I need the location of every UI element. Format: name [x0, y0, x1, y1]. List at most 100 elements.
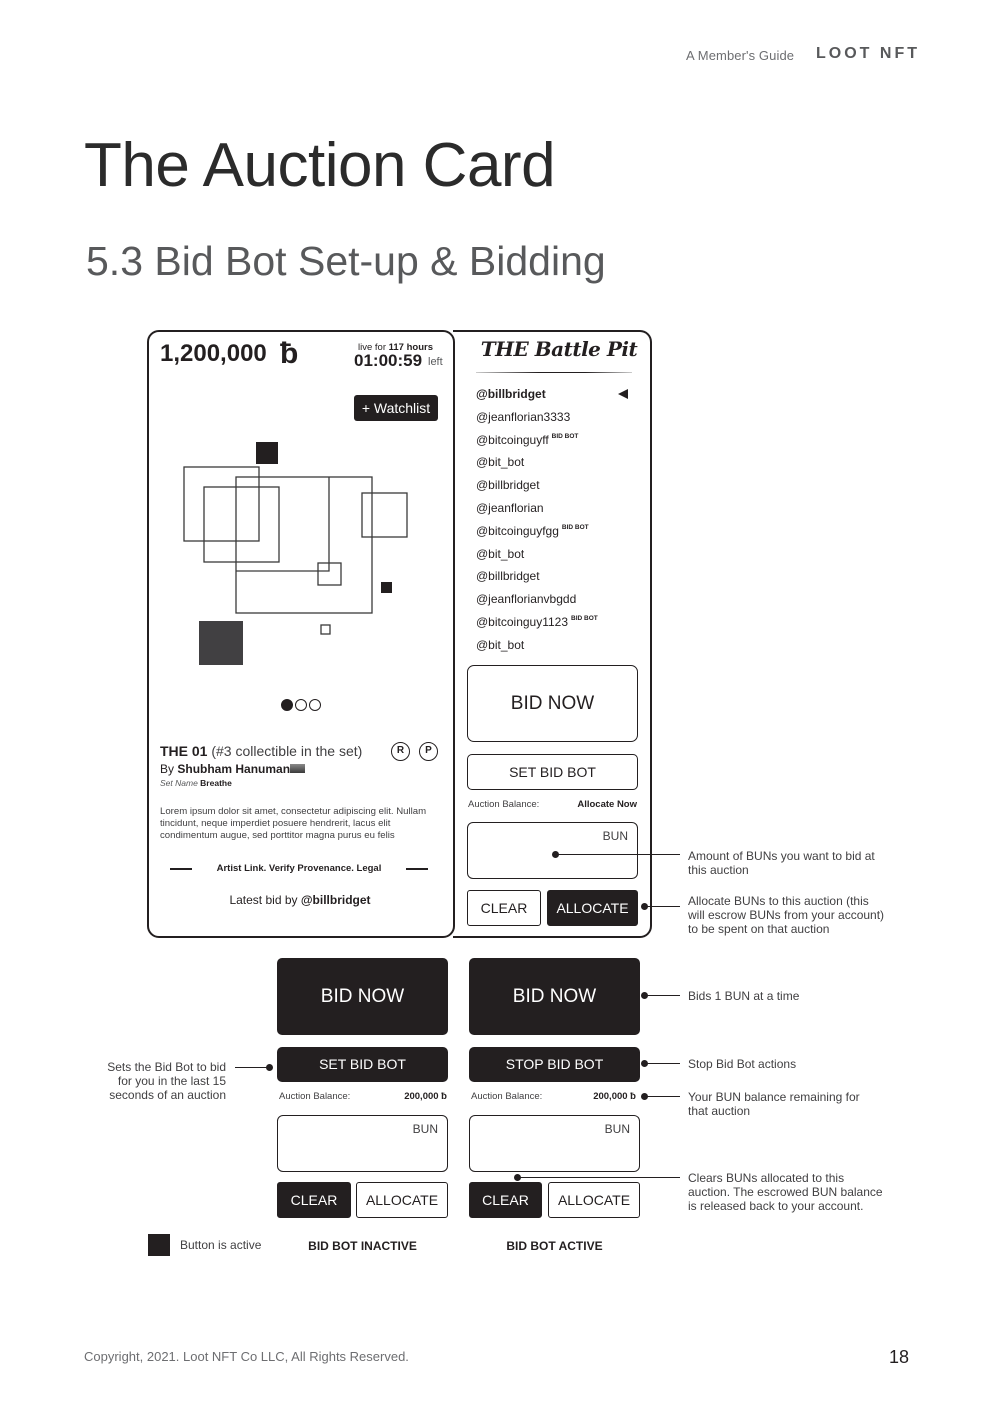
carousel-dot[interactable] [309, 699, 321, 711]
annotation-balance: Your BUN balance remaining for that auct… [688, 1090, 860, 1118]
allocate-button-active[interactable]: ALLOCATE [548, 1182, 640, 1218]
bidder-name: @billbridget [476, 569, 540, 584]
annotation-leader [645, 1096, 680, 1098]
bidder-item[interactable]: @bitcoinguyfgg BID BOT [476, 522, 636, 545]
bidder-name: @bit_bot [476, 546, 525, 561]
divider [406, 868, 428, 870]
provenance-badge[interactable]: P [419, 742, 438, 761]
artist-name[interactable]: Shubham Hanuman [177, 762, 290, 776]
guide-label: A Member's Guide [686, 48, 795, 63]
set-name-label: Set Name [160, 778, 198, 788]
artwork-description: Lorem ipsum dolor sit amet, consectetur … [160, 806, 427, 841]
annotation-leader [645, 1063, 680, 1065]
bid-bot-tag: BID BOT [551, 432, 579, 440]
bidder-name: @bit_bot [476, 455, 525, 470]
stop-bid-bot-button[interactable]: STOP BID BOT [469, 1047, 640, 1082]
artist-prefix: By [160, 762, 175, 776]
section-title: 5.3 Bid Bot Set-up & Bidding [86, 238, 606, 284]
bidder-name: @billbridget [476, 387, 546, 401]
bid-now-button[interactable]: BID NOW [467, 665, 638, 742]
bid-bot-tag: BID BOT [561, 523, 589, 531]
bun-unit-label: BUN [602, 829, 628, 843]
bidder-item[interactable]: @billbridget [476, 476, 636, 499]
annotation-clear: Clears BUNs allocated to this auction. T… [688, 1171, 883, 1213]
carousel-dot[interactable] [295, 699, 307, 711]
artist-flag-icon [290, 764, 305, 773]
active-button-swatch [148, 1234, 170, 1256]
bidder-item[interactable]: @billbridget [476, 385, 636, 408]
annotation-leader [556, 854, 680, 856]
annotation-leader [235, 1067, 269, 1069]
bidder-item[interactable]: @bitcoinguyff BID BOT [476, 431, 636, 454]
bidder-name: @billbridget [476, 478, 540, 493]
bidder-item[interactable]: @jeanflorianvbgdd [476, 590, 636, 613]
links-row: Artist Link. Verify Provenance. Legal [170, 862, 428, 876]
annotation-stop-bid-bot: Stop Bid Bot actions [688, 1057, 797, 1071]
bun-amount-input[interactable]: BUN [467, 822, 638, 879]
copyright: Copyright, 2021. Loot NFT Co LLC, All Ri… [84, 1349, 409, 1364]
carousel-dot[interactable] [281, 699, 293, 711]
watchlist-button[interactable]: + Watchlist [354, 395, 438, 421]
art-shape [199, 621, 243, 665]
page-number: 18 [889, 1347, 910, 1367]
set-name-value: Breathe [200, 778, 232, 788]
bun-currency-icon: ƀ [280, 337, 299, 370]
state-caption-inactive: BID BOT INACTIVE [308, 1239, 417, 1253]
auction-card [147, 330, 455, 938]
bidder-name: @jeanflorian [476, 500, 544, 515]
auction-price: 1,200,000 [160, 340, 267, 367]
art-shape [381, 582, 392, 593]
artwork-title-sub: (#3 collectible in the set) [211, 743, 363, 759]
bidder-item[interactable]: @bit_bot [476, 545, 636, 568]
bidder-item[interactable]: @billbridget [476, 567, 636, 590]
set-bid-bot-button-inactive[interactable]: SET BID BOT [277, 1047, 448, 1082]
bidder-name: @bit_bot [476, 637, 525, 652]
carousel-dots [281, 699, 321, 711]
countdown-suffix: left [428, 356, 443, 368]
countdown-timer: 01:00:59 [354, 351, 423, 370]
state-caption-active: BID BOT ACTIVE [506, 1239, 603, 1253]
clear-button-inactive[interactable]: CLEAR [277, 1182, 351, 1218]
auction-balance-label: Auction Balance: [471, 1091, 543, 1102]
royalty-badge[interactable]: R [391, 742, 410, 761]
clear-button-active[interactable]: CLEAR [469, 1182, 542, 1218]
bidder-item[interactable]: @bit_bot [476, 636, 636, 659]
brand-logo: LOOT NFT [816, 45, 920, 62]
bid-bot-tag: BID BOT [571, 614, 598, 622]
bidder-item[interactable]: @jeanflorian3333 [476, 408, 636, 431]
bun-amount-input-active[interactable]: BUN [469, 1115, 640, 1172]
battle-pit-title: THE Battle Pit [480, 337, 638, 361]
annotation-allocate: Allocate BUNs to this auction (this will… [688, 894, 885, 936]
auction-balance-label: Auction Balance: [279, 1091, 351, 1102]
allocate-button[interactable]: ALLOCATE [547, 890, 638, 926]
latest-bid-prefix: Latest bid by [229, 893, 298, 907]
set-bid-bot-button[interactable]: SET BID BOT [467, 754, 638, 790]
bun-unit-label: BUN [604, 1122, 630, 1136]
bidder-item[interactable]: @bit_bot [476, 453, 636, 476]
bidder-name: @bitcoinguy1123 [476, 614, 569, 629]
latest-bid-user[interactable]: @billbridget [301, 893, 371, 907]
bid-now-button-inactive[interactable]: BID NOW [277, 958, 448, 1035]
bid-now-button-active[interactable]: BID NOW [469, 958, 640, 1035]
annotation-leader [518, 1177, 680, 1179]
clear-button[interactable]: CLEAR [467, 890, 541, 926]
allocate-button-inactive[interactable]: ALLOCATE [356, 1182, 448, 1218]
annotation-bullet [266, 1064, 273, 1071]
auction-balance-label: Auction Balance: [468, 799, 540, 810]
annotation-set-bid-bot: Sets the Bid Bot to bid for you in the l… [107, 1060, 226, 1102]
set-name: Set Name Breathe [160, 778, 232, 788]
current-bid-pointer-icon [618, 389, 628, 399]
bidder-item[interactable]: @jeanflorian [476, 499, 636, 522]
allocate-now-link[interactable]: Allocate Now [537, 799, 637, 810]
bidder-list: @billbridget @jeanflorian3333 @bitcoinguyf… [476, 385, 636, 659]
annotation-amount: Amount of BUNs you want to bid at this a… [688, 849, 875, 877]
page-title: The Auction Card [84, 131, 556, 200]
artwork-title: THE 01 (#3 collectible in the set) [160, 743, 362, 759]
bun-unit-label: BUN [412, 1122, 438, 1136]
auction-balance-value: 200,000 ƀ [404, 1091, 447, 1102]
bun-amount-input-inactive[interactable]: BUN [277, 1115, 448, 1172]
links-text[interactable]: Artist Link. Verify Provenance. Legal [170, 863, 428, 874]
bidder-item[interactable]: @bitcoinguy1123 BID BOT [476, 613, 636, 636]
bidder-name: @jeanflorian3333 [476, 409, 571, 424]
latest-bid: Latest bid by @billbridget [150, 893, 450, 907]
